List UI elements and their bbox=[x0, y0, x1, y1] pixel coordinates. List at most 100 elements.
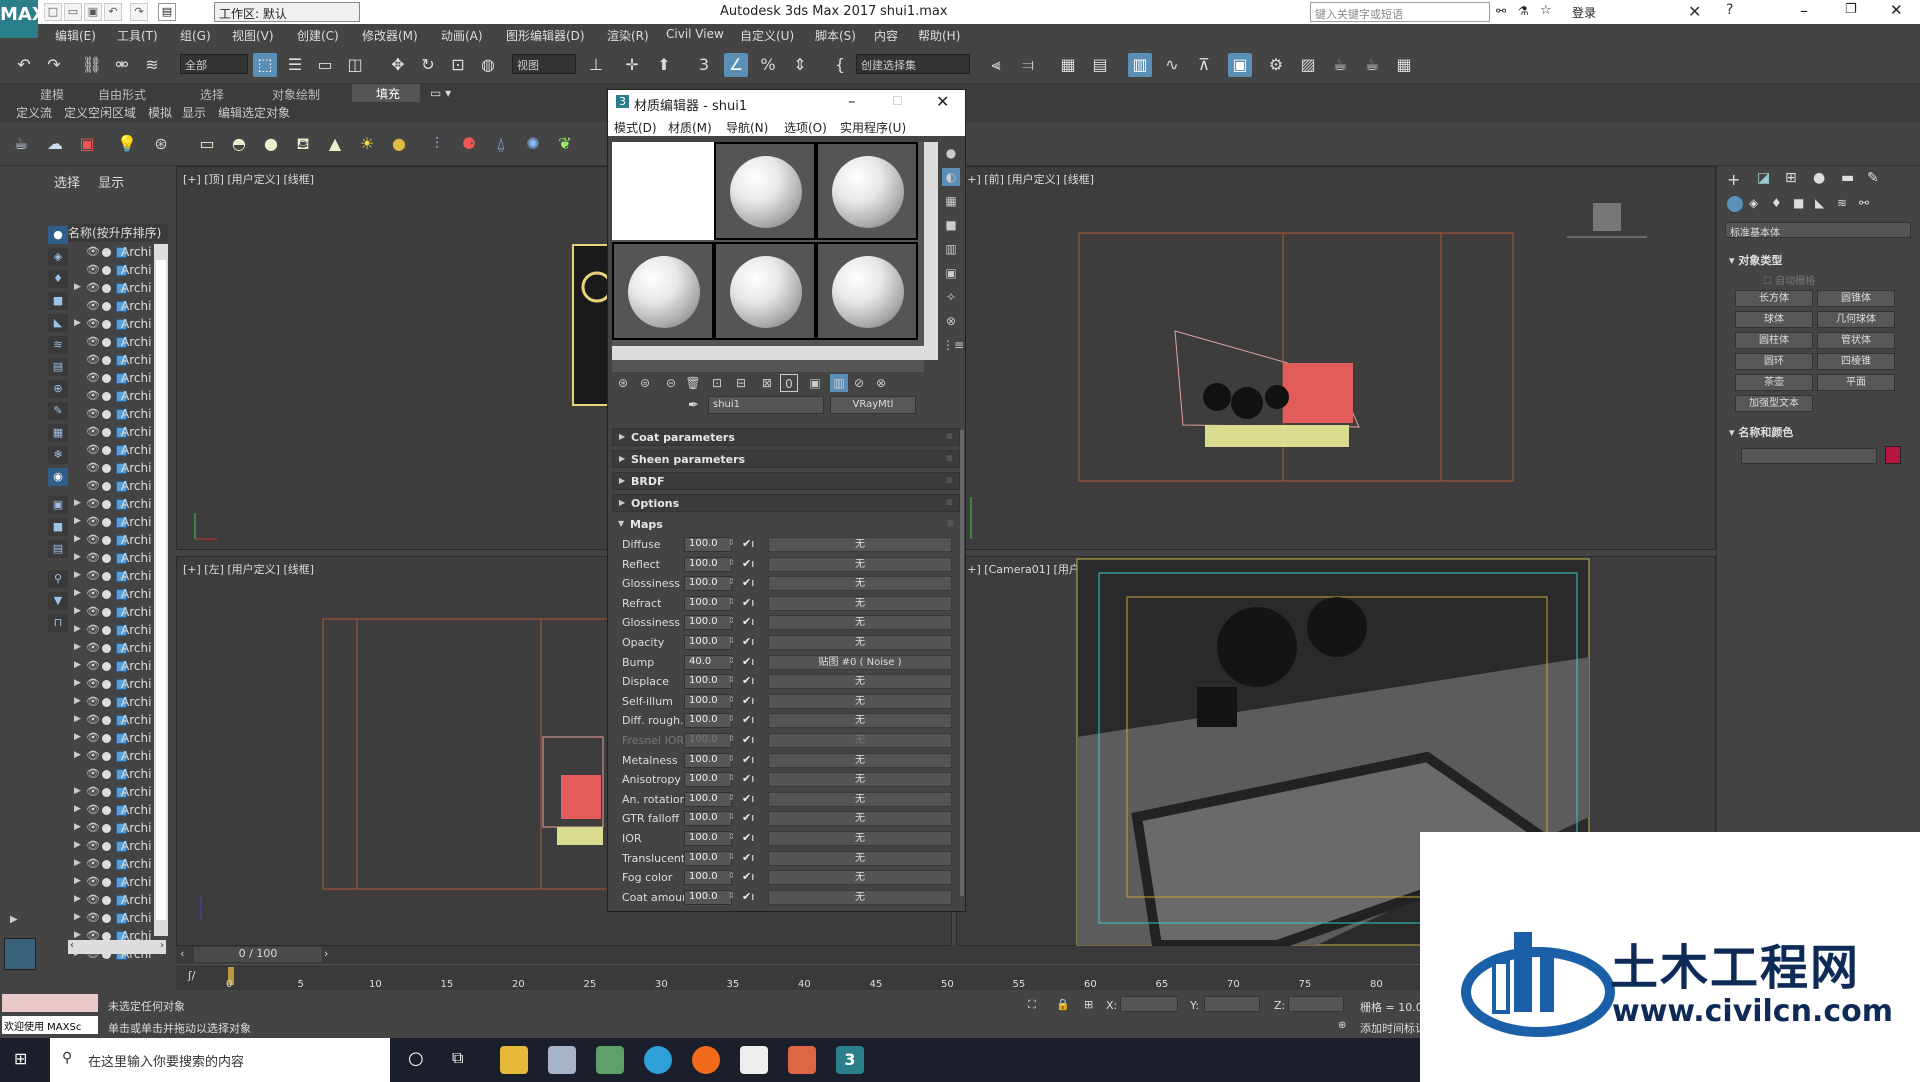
hierarchy-tab-icon[interactable]: ⊞ bbox=[1785, 170, 1797, 186]
cog-icon[interactable]: ✺ bbox=[522, 133, 544, 155]
cortana-icon[interactable]: ○ bbox=[408, 1048, 424, 1069]
map-slot-button[interactable]: 无 bbox=[768, 772, 952, 788]
visibility-eye-icon[interactable]: 👁 bbox=[86, 857, 100, 870]
sample-slot-5[interactable] bbox=[714, 242, 816, 340]
map-amount-field[interactable]: 100.0 bbox=[684, 733, 732, 748]
rendered-frame-icon[interactable]: ▨ bbox=[1296, 53, 1320, 77]
rollout-sheen[interactable]: ▶ Sheen parameters ≡ bbox=[612, 450, 960, 468]
put-to-scene-icon[interactable]: ⊜ bbox=[636, 374, 654, 392]
map-enable-checkbox[interactable]: ✔ı bbox=[742, 576, 754, 589]
expand-arrow-icon[interactable]: ▶ bbox=[74, 912, 81, 922]
go-to-parent-icon[interactable]: ⊘ bbox=[850, 374, 868, 392]
filter-groups-icon[interactable]: ▤ bbox=[48, 358, 68, 376]
material-type-button[interactable]: VRayMtl bbox=[830, 396, 916, 414]
explorer-row[interactable]: ▶ 👁 Archi bbox=[68, 496, 166, 514]
mirror-icon[interactable]: ⫷ bbox=[984, 53, 1008, 77]
sample-slot-4[interactable] bbox=[612, 242, 714, 340]
menu-view[interactable]: 视图(V) bbox=[232, 27, 274, 44]
render-a360-icon[interactable]: ▦ bbox=[1392, 53, 1416, 77]
show-end-result-icon[interactable]: ▥ bbox=[830, 374, 848, 392]
map-enable-checkbox[interactable]: ✔ı bbox=[742, 655, 754, 668]
rollout-maps[interactable]: ▼ Maps ≡ bbox=[612, 516, 960, 534]
map-slot-button[interactable]: 无 bbox=[768, 674, 952, 690]
expand-arrow-icon[interactable]: ▶ bbox=[74, 750, 81, 760]
next-frame-icon[interactable]: › bbox=[324, 947, 328, 960]
visibility-eye-icon[interactable]: 👁 bbox=[86, 677, 100, 690]
menu-modifiers[interactable]: 修改器(M) bbox=[362, 27, 418, 44]
absolute-mode-icon[interactable]: ⊞ bbox=[1084, 998, 1093, 1011]
explorer-row[interactable]: ▶ 👁 Archi bbox=[68, 550, 166, 568]
explorer-row[interactable]: 👁 Archi bbox=[68, 352, 166, 370]
explorer-row[interactable]: ▶ 👁 Archi bbox=[68, 730, 166, 748]
visibility-eye-icon[interactable]: 👁 bbox=[86, 623, 100, 636]
tab-freeform[interactable]: 自由形式 bbox=[98, 86, 146, 103]
material-map-navigator-icon[interactable]: ⋮≡ bbox=[942, 336, 964, 354]
display-none-icon[interactable]: ■ bbox=[48, 518, 68, 536]
video-color-check-icon[interactable]: ▥ bbox=[942, 240, 960, 258]
map-slot-button[interactable]: 无 bbox=[768, 576, 952, 592]
explorer-row[interactable]: 👁 Archi bbox=[68, 460, 166, 478]
text-plus-button[interactable]: 加强型文本 bbox=[1735, 395, 1813, 412]
visibility-eye-icon[interactable]: 👁 bbox=[86, 767, 100, 780]
named-selection-set[interactable]: 创建选择集 bbox=[856, 54, 970, 74]
tripod-icon[interactable]: ⍙ bbox=[490, 133, 512, 155]
map-slot-button[interactable]: 无 bbox=[768, 693, 952, 709]
render-iterative-icon[interactable]: ☕ bbox=[1360, 53, 1384, 77]
menu-edit[interactable]: 编辑(E) bbox=[55, 27, 96, 44]
display-all-icon[interactable]: ▣ bbox=[48, 496, 68, 514]
filter-shapes-icon[interactable]: ◈ bbox=[48, 248, 68, 266]
move-icon[interactable]: ✥ bbox=[386, 53, 410, 77]
freeze-dot-icon[interactable] bbox=[102, 878, 111, 887]
explorer-row[interactable]: ▶ 👁 Archi bbox=[68, 856, 166, 874]
render-setup-icon[interactable]: ⚙ bbox=[1264, 53, 1288, 77]
freeze-dot-icon[interactable] bbox=[102, 842, 111, 851]
app-icon-7[interactable] bbox=[788, 1046, 816, 1074]
percent-snap-icon[interactable]: % bbox=[756, 53, 780, 77]
rect-region-icon[interactable]: ▭ bbox=[313, 53, 337, 77]
y-field[interactable] bbox=[1204, 996, 1260, 1012]
sample-slot-1[interactable] bbox=[612, 142, 714, 240]
edit-selected[interactable]: 编辑选定对象 bbox=[218, 104, 290, 121]
visibility-eye-icon[interactable]: 👁 bbox=[86, 479, 100, 492]
find-icon[interactable]: ⚲ bbox=[48, 570, 68, 588]
menu-material[interactable]: 材质(M) bbox=[668, 119, 712, 136]
expand-arrow-icon[interactable]: ▶ bbox=[74, 282, 81, 292]
snap-3-icon[interactable]: 3 bbox=[692, 53, 716, 77]
freeze-dot-icon[interactable] bbox=[102, 644, 111, 653]
create-tab-icon[interactable]: + bbox=[1727, 170, 1740, 189]
visibility-eye-icon[interactable]: 👁 bbox=[86, 389, 100, 402]
sample-slot-3[interactable] bbox=[816, 142, 918, 240]
tab-select[interactable]: 选择 bbox=[54, 176, 80, 191]
expand-arrow-icon[interactable]: ▶ bbox=[74, 840, 81, 850]
map-slot-button[interactable]: 无 bbox=[768, 615, 952, 631]
map-enable-checkbox[interactable]: ✔ı bbox=[742, 733, 754, 746]
systems-icon[interactable]: ⚯ bbox=[1859, 196, 1869, 210]
explorer-scrollbar[interactable] bbox=[154, 244, 168, 936]
display-tab-icon[interactable]: ▬ bbox=[1841, 170, 1854, 186]
layer-explorer-icon[interactable]: ▦ bbox=[1056, 53, 1080, 77]
rotate-icon[interactable]: ↻ bbox=[416, 53, 440, 77]
select-by-material-icon[interactable]: ⊗ bbox=[942, 312, 960, 330]
explorer-row[interactable]: 👁 Archi bbox=[68, 424, 166, 442]
camera-icon[interactable]: ⊛ bbox=[150, 133, 172, 155]
spinner-icon[interactable]: ⇕ bbox=[728, 675, 735, 684]
visibility-eye-icon[interactable]: 👁 bbox=[86, 497, 100, 510]
slots-vscrollbar[interactable] bbox=[924, 142, 938, 346]
freeze-dot-icon[interactable] bbox=[102, 284, 111, 293]
freeze-dot-icon[interactable] bbox=[102, 572, 111, 581]
map-enable-checkbox[interactable]: ✔ı bbox=[742, 537, 754, 550]
freeze-dot-icon[interactable] bbox=[102, 266, 111, 275]
restore-icon[interactable]: ❐ bbox=[1845, 2, 1857, 17]
map-amount-field[interactable]: 100.0 bbox=[684, 576, 732, 592]
map-enable-checkbox[interactable]: ✔ı bbox=[742, 713, 754, 726]
filter-lights-icon[interactable]: ♦ bbox=[48, 270, 68, 288]
map-amount-field[interactable]: 100.0 bbox=[684, 713, 732, 729]
map-amount-field[interactable]: 100.0 bbox=[684, 595, 732, 611]
explorer-row[interactable]: ▶ 👁 Archi bbox=[68, 316, 166, 334]
minimize-icon[interactable]: – bbox=[1800, 1, 1808, 20]
menu-civil-view[interactable]: Civil View bbox=[666, 27, 724, 41]
visibility-eye-icon[interactable]: 👁 bbox=[86, 695, 100, 708]
map-amount-field[interactable]: 100.0 bbox=[684, 674, 732, 690]
spinner-icon[interactable]: ⇕ bbox=[728, 597, 735, 606]
pivot-icon[interactable]: ⊥ bbox=[584, 53, 608, 77]
